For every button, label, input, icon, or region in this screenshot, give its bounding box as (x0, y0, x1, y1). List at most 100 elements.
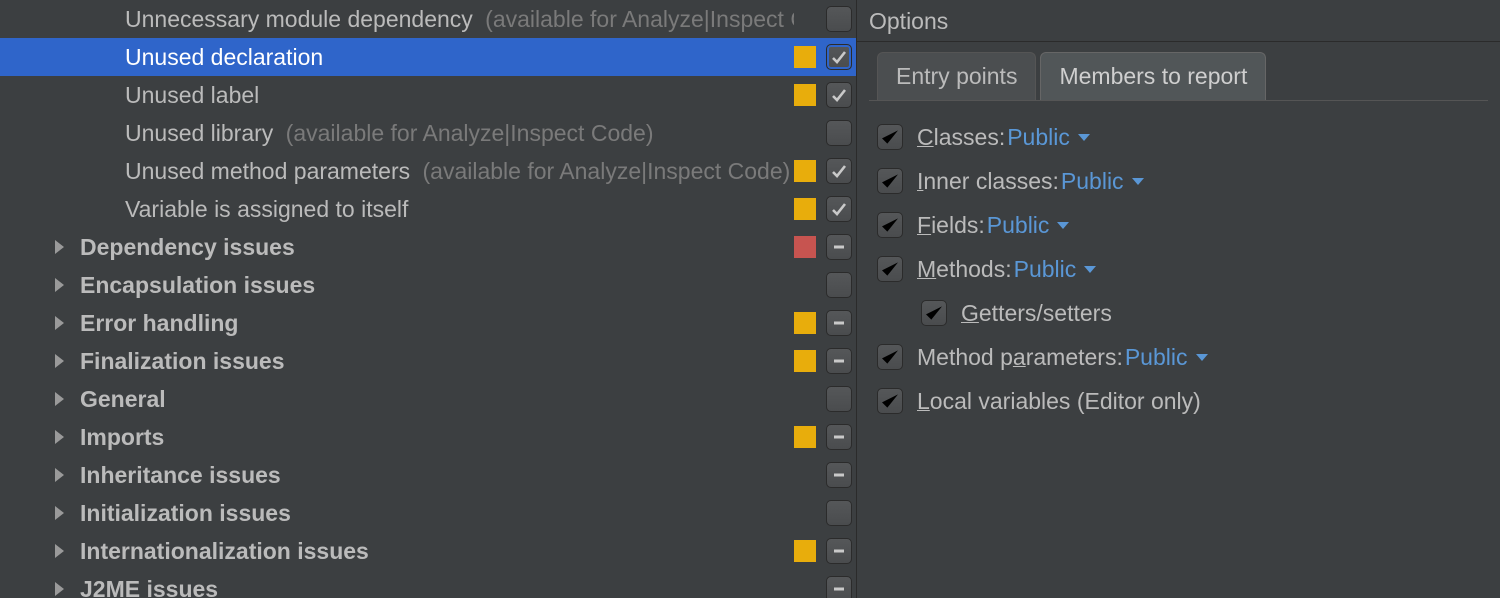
member-label: Inner classes: (917, 168, 1059, 195)
expand-arrow-icon[interactable] (55, 506, 64, 520)
severity-indicator (794, 312, 816, 334)
member-visibility-dropdown[interactable]: Public (1007, 124, 1070, 151)
inspection-label: Unused label (125, 82, 794, 109)
inspection-item[interactable]: Unused library (available for Analyze|In… (0, 114, 856, 152)
member-checkbox[interactable] (921, 300, 947, 326)
inspection-checkbox[interactable] (826, 196, 852, 222)
inspection-checkbox[interactable] (826, 500, 852, 526)
inspection-checkbox[interactable] (826, 348, 852, 374)
member-label: Local variables (Editor only) (917, 388, 1201, 415)
dropdown-arrow-icon[interactable] (1078, 134, 1090, 141)
inspection-item[interactable]: Unnecessary module dependency (available… (0, 0, 856, 38)
dropdown-arrow-icon[interactable] (1132, 178, 1144, 185)
member-label: Getters/setters (961, 300, 1112, 327)
inspection-checkbox[interactable] (826, 44, 852, 70)
member-option-row: Local variables (Editor only) (877, 379, 1480, 423)
member-label: Method parameters: (917, 344, 1123, 371)
member-checkbox[interactable] (877, 124, 903, 150)
inspection-tree-pane: Unnecessary module dependency (available… (0, 0, 856, 598)
expand-arrow-icon[interactable] (55, 316, 64, 330)
member-option-row: Getters/setters (877, 291, 1480, 335)
member-label: Classes: (917, 124, 1005, 151)
tab-members-to-report[interactable]: Members to report (1040, 52, 1266, 100)
inspection-item[interactable]: Unused label (0, 76, 856, 114)
severity-indicator (794, 464, 816, 486)
expand-arrow-icon[interactable] (55, 430, 64, 444)
severity-indicator (794, 578, 816, 598)
expand-arrow-icon[interactable] (55, 278, 64, 292)
member-option-row: Inner classes:Public (877, 159, 1480, 203)
member-checkbox[interactable] (877, 168, 903, 194)
inspection-checkbox[interactable] (826, 6, 852, 32)
expand-arrow-icon[interactable] (55, 468, 64, 482)
inspection-checkbox[interactable] (826, 424, 852, 450)
expand-arrow-icon[interactable] (55, 392, 64, 406)
inspection-item[interactable]: Unused declaration (0, 38, 856, 76)
severity-indicator (794, 160, 816, 182)
inspection-group[interactable]: Initialization issues (0, 494, 856, 532)
inspection-item[interactable]: Unused method parameters (available for … (0, 152, 856, 190)
member-visibility-dropdown[interactable]: Public (1014, 256, 1077, 283)
inspection-group[interactable]: Dependency issues (0, 228, 856, 266)
inspection-group[interactable]: Inheritance issues (0, 456, 856, 494)
inspection-checkbox[interactable] (826, 538, 852, 564)
inspection-group[interactable]: Imports (0, 418, 856, 456)
severity-indicator (794, 502, 816, 524)
inspection-checkbox[interactable] (826, 120, 852, 146)
member-visibility-dropdown[interactable]: Public (1125, 344, 1188, 371)
inspection-group-label: Finalization issues (80, 348, 794, 375)
inspection-item[interactable]: Variable is assigned to itself (0, 190, 856, 228)
inspection-group[interactable]: Internationalization issues (0, 532, 856, 570)
inspection-group[interactable]: Error handling (0, 304, 856, 342)
expand-arrow-icon[interactable] (55, 240, 64, 254)
severity-indicator (794, 8, 816, 30)
options-tabs: Entry points Members to report (857, 42, 1500, 100)
inspection-group[interactable]: Encapsulation issues (0, 266, 856, 304)
inspection-checkbox[interactable] (826, 82, 852, 108)
member-label: Methods: (917, 256, 1012, 283)
inspection-checkbox[interactable] (826, 272, 852, 298)
severity-indicator (794, 122, 816, 144)
options-pane: Options Entry points Members to report C… (856, 0, 1500, 598)
severity-indicator (794, 198, 816, 220)
severity-indicator (794, 540, 816, 562)
member-checkbox[interactable] (877, 388, 903, 414)
inspection-group-label: General (80, 386, 794, 413)
inspection-group-label: Error handling (80, 310, 794, 337)
expand-arrow-icon[interactable] (55, 354, 64, 368)
inspection-group-label: Imports (80, 424, 794, 451)
inspection-label: Variable is assigned to itself (125, 196, 794, 223)
dropdown-arrow-icon[interactable] (1084, 266, 1096, 273)
severity-indicator (794, 46, 816, 68)
inspection-label: Unused method parameters (available for … (125, 158, 794, 185)
member-visibility-dropdown[interactable]: Public (1061, 168, 1124, 195)
member-option-row: Methods:Public (877, 247, 1480, 291)
inspection-checkbox[interactable] (826, 310, 852, 336)
inspection-group-label: Initialization issues (80, 500, 794, 527)
inspection-label: Unnecessary module dependency (available… (125, 6, 794, 33)
inspection-checkbox[interactable] (826, 386, 852, 412)
inspection-checkbox[interactable] (826, 234, 852, 260)
severity-indicator (794, 84, 816, 106)
expand-arrow-icon[interactable] (55, 544, 64, 558)
inspection-availability-hint: (available for Analyze|Inspect Code) (416, 158, 790, 184)
expand-arrow-icon[interactable] (55, 582, 64, 596)
dropdown-arrow-icon[interactable] (1196, 354, 1208, 361)
tab-entry-points[interactable]: Entry points (877, 52, 1036, 100)
member-checkbox[interactable] (877, 344, 903, 370)
member-checkbox[interactable] (877, 256, 903, 282)
severity-indicator (794, 388, 816, 410)
inspection-group[interactable]: J2ME issues (0, 570, 856, 598)
member-visibility-dropdown[interactable]: Public (987, 212, 1050, 239)
inspection-checkbox[interactable] (826, 158, 852, 184)
members-to-report-panel: Classes:PublicInner classes:PublicFields… (869, 100, 1488, 437)
member-checkbox[interactable] (877, 212, 903, 238)
inspection-group-label: Encapsulation issues (80, 272, 794, 299)
dropdown-arrow-icon[interactable] (1057, 222, 1069, 229)
member-option-row: Fields:Public (877, 203, 1480, 247)
inspection-group[interactable]: General (0, 380, 856, 418)
inspection-checkbox[interactable] (826, 462, 852, 488)
inspection-checkbox[interactable] (826, 576, 852, 598)
inspection-group[interactable]: Finalization issues (0, 342, 856, 380)
member-option-row: Method parameters:Public (877, 335, 1480, 379)
